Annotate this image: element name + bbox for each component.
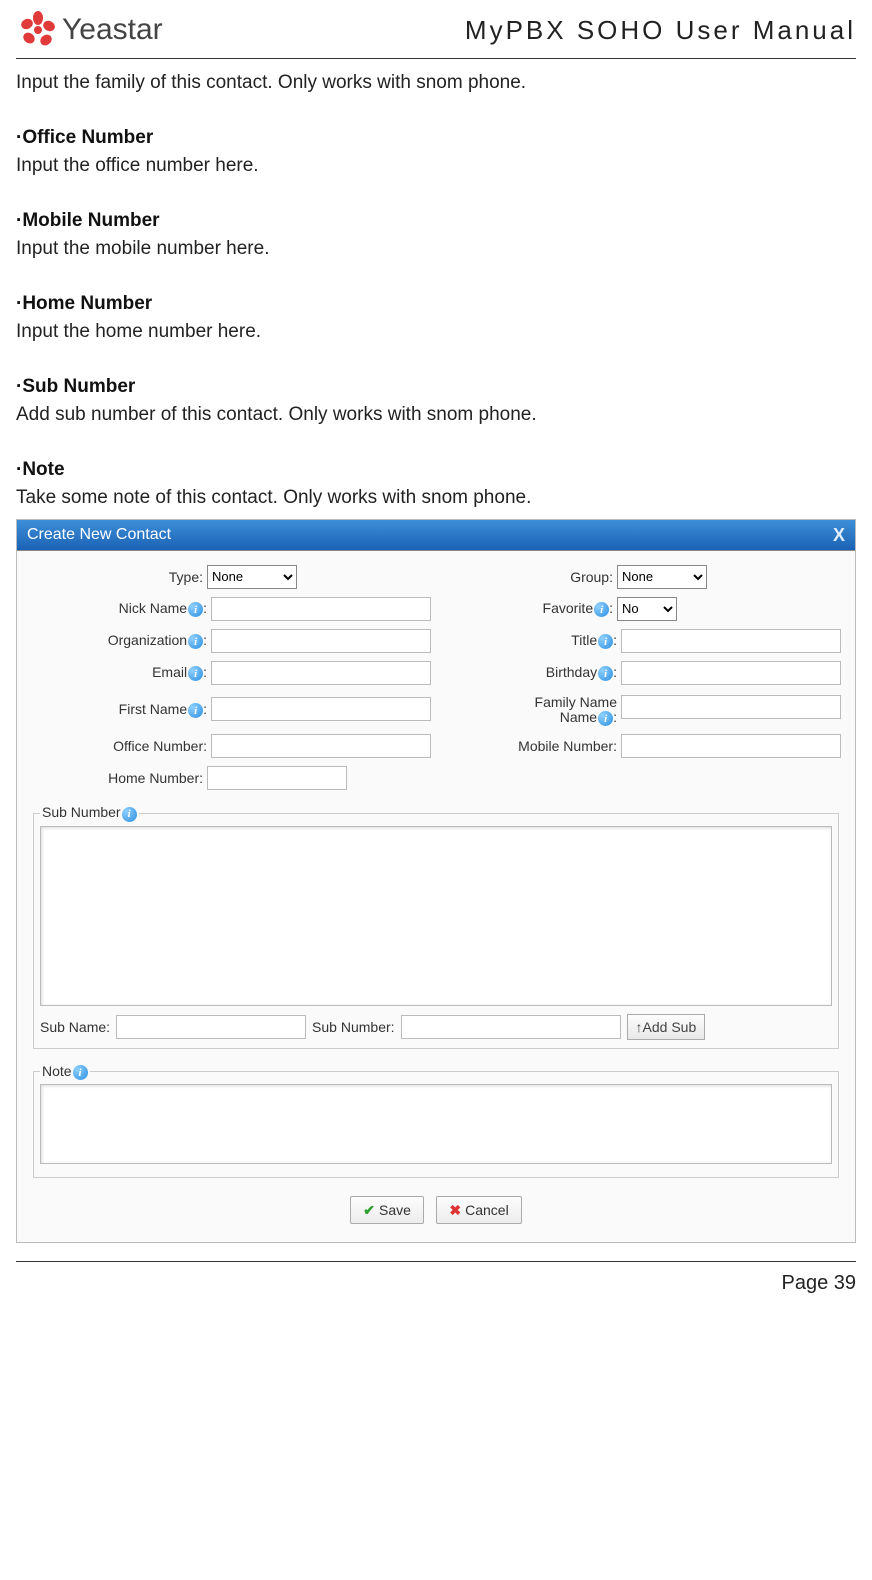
homenumber-label: Home Number: xyxy=(108,770,203,786)
add-sub-button[interactable]: ↑Add Sub xyxy=(627,1014,706,1040)
familyname-input[interactable] xyxy=(621,695,841,719)
title-label: Titlei: xyxy=(571,632,617,650)
cancel-button-label: Cancel xyxy=(465,1202,509,1218)
group-select[interactable]: None xyxy=(617,565,707,589)
document-title: MyPBX SOHO User Manual xyxy=(465,15,856,46)
favorite-label: Favoritei: xyxy=(543,600,613,618)
note-legend: Notei xyxy=(40,1063,90,1081)
group-label: Group: xyxy=(570,569,613,585)
create-contact-dialog: Create New Contact X Type: None Group: N… xyxy=(16,519,856,1244)
birthday-label: Birthdayi: xyxy=(546,664,617,682)
homenumber-input[interactable] xyxy=(207,766,347,790)
type-select[interactable]: None xyxy=(207,565,297,589)
birthday-input[interactable] xyxy=(621,661,841,685)
info-icon: i xyxy=(122,807,137,822)
firstname-input[interactable] xyxy=(211,697,431,721)
logo-flower-icon xyxy=(16,8,60,52)
note-group: Notei xyxy=(33,1063,839,1179)
office-number-heading: ·Office Number xyxy=(16,124,856,153)
info-icon: i xyxy=(188,666,203,681)
home-number-desc: Input the home number here. xyxy=(16,318,856,347)
firstname-label: First Namei: xyxy=(119,701,207,719)
subnumber-list[interactable] xyxy=(40,826,832,1006)
familyname-label: Family NameNamei: xyxy=(535,695,617,727)
dialog-titlebar: Create New Contact X xyxy=(17,520,855,551)
info-icon: i xyxy=(188,602,203,617)
officenumber-label: Office Number: xyxy=(113,738,207,754)
save-button[interactable]: ✔ Save xyxy=(350,1196,424,1224)
logo: Yeastar xyxy=(16,8,163,52)
note-desc: Take some note of this contact. Only wor… xyxy=(16,484,856,513)
info-icon: i xyxy=(598,666,613,681)
email-label: Emaili: xyxy=(152,664,207,682)
organization-label: Organizationi: xyxy=(108,632,207,650)
sub-number-desc: Add sub number of this contact. Only wor… xyxy=(16,401,856,430)
info-icon: i xyxy=(188,634,203,649)
favorite-select[interactable]: No xyxy=(617,597,677,621)
subnumber-legend: Sub Numberi xyxy=(40,804,139,822)
intro-text: Input the family of this contact. Only w… xyxy=(16,69,856,98)
subnum-label: Sub Number: xyxy=(312,1019,394,1035)
mobilenumber-label: Mobile Number: xyxy=(518,738,617,754)
officenumber-input[interactable] xyxy=(211,734,431,758)
mobile-number-desc: Input the mobile number here. xyxy=(16,235,856,264)
nickname-label: Nick Namei: xyxy=(119,600,207,618)
page-number: Page 39 xyxy=(781,1272,856,1294)
dialog-close-button[interactable]: X xyxy=(833,526,845,544)
page-header: Yeastar MyPBX SOHO User Manual xyxy=(16,8,856,59)
dialog-title-text: Create New Contact xyxy=(27,526,171,544)
mobilenumber-input[interactable] xyxy=(621,734,841,758)
subnumber-group: Sub Numberi Sub Name: Sub Number: ↑Add S… xyxy=(33,804,839,1049)
sub-number-heading: ·Sub Number xyxy=(16,373,856,402)
note-textarea[interactable] xyxy=(40,1084,832,1164)
x-icon: ✖ xyxy=(449,1202,461,1219)
nickname-input[interactable] xyxy=(211,597,431,621)
cancel-button[interactable]: ✖ Cancel xyxy=(436,1196,521,1224)
info-icon: i xyxy=(598,634,613,649)
dialog-button-bar: ✔ Save ✖ Cancel xyxy=(31,1184,841,1234)
info-icon: i xyxy=(594,602,609,617)
info-icon: i xyxy=(598,711,613,726)
logo-text: Yeastar xyxy=(62,13,163,47)
save-button-label: Save xyxy=(379,1202,411,1218)
type-label: Type: xyxy=(169,569,203,585)
info-icon: i xyxy=(188,703,203,718)
organization-input[interactable] xyxy=(211,629,431,653)
home-number-heading: ·Home Number xyxy=(16,290,856,319)
subname-label: Sub Name: xyxy=(40,1019,110,1035)
title-input[interactable] xyxy=(621,629,841,653)
office-number-desc: Input the office number here. xyxy=(16,152,856,181)
page-footer: Page 39 xyxy=(16,1261,856,1295)
check-icon: ✔ xyxy=(363,1202,375,1219)
mobile-number-heading: ·Mobile Number xyxy=(16,207,856,236)
subname-input[interactable] xyxy=(116,1015,306,1039)
subnum-input[interactable] xyxy=(401,1015,621,1039)
info-icon: i xyxy=(73,1065,88,1080)
note-heading: ·Note xyxy=(16,456,856,485)
email-input[interactable] xyxy=(211,661,431,685)
